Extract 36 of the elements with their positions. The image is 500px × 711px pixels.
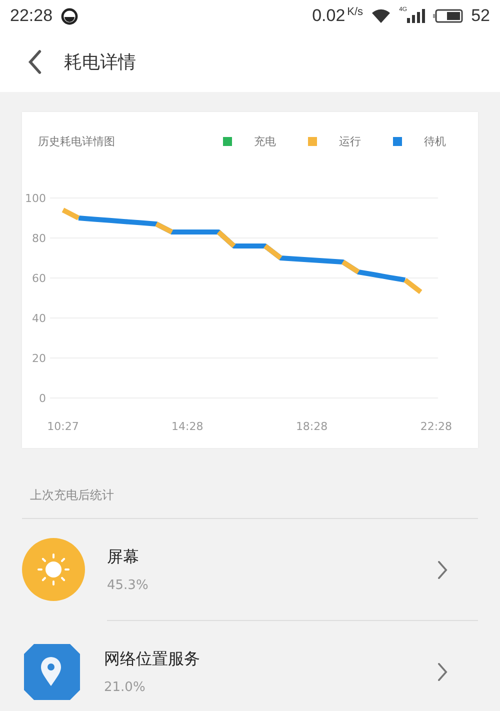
speed-unit: K/s bbox=[347, 6, 364, 18]
status-time: 22:28 bbox=[10, 6, 53, 26]
back-icon bbox=[28, 50, 42, 74]
axis-label: 0 bbox=[39, 392, 46, 405]
section-title: 上次充电后统计 bbox=[30, 488, 114, 502]
axis-label: 20 bbox=[32, 352, 46, 365]
back-button[interactable] bbox=[28, 50, 42, 74]
axis-label: 18:28 bbox=[296, 420, 328, 433]
sun-icon bbox=[22, 538, 85, 601]
axis-label: 60 bbox=[32, 272, 46, 285]
network-speed: 0.02 bbox=[312, 6, 346, 26]
axis-label: 10:27 bbox=[47, 420, 79, 433]
chevron-right-icon bbox=[437, 662, 448, 680]
item-name: 屏幕 bbox=[107, 546, 140, 568]
axis-label: 22:28 bbox=[420, 420, 452, 433]
axis-label: 40 bbox=[32, 312, 46, 325]
location-pin-icon bbox=[22, 642, 82, 702]
battery-icon bbox=[433, 9, 464, 23]
legend-label: 运行 bbox=[339, 134, 361, 148]
item-name: 网络位置服务 bbox=[104, 648, 201, 670]
axis-label: 14:28 bbox=[172, 420, 204, 433]
legend-label: 待机 bbox=[424, 134, 446, 148]
battery-percent: 52 bbox=[471, 6, 490, 26]
axis-label: 100 bbox=[25, 192, 46, 205]
chart-title: 历史耗电详情图 bbox=[38, 134, 116, 148]
axis-label: 80 bbox=[32, 232, 46, 245]
usage-item[interactable]: 网络位置服务 21.0% bbox=[0, 621, 500, 711]
legend-label: 充电 bbox=[254, 134, 276, 148]
item-percent: 21.0% bbox=[104, 680, 146, 694]
signal-icon bbox=[407, 9, 426, 23]
wifi-icon bbox=[371, 8, 392, 24]
page-title: 耗电详情 bbox=[64, 51, 136, 74]
item-percent: 45.3% bbox=[107, 578, 150, 592]
usage-item[interactable]: 屏幕 45.3% bbox=[0, 519, 500, 620]
chevron-right-icon bbox=[437, 560, 448, 578]
status-circle-icon bbox=[60, 8, 78, 24]
